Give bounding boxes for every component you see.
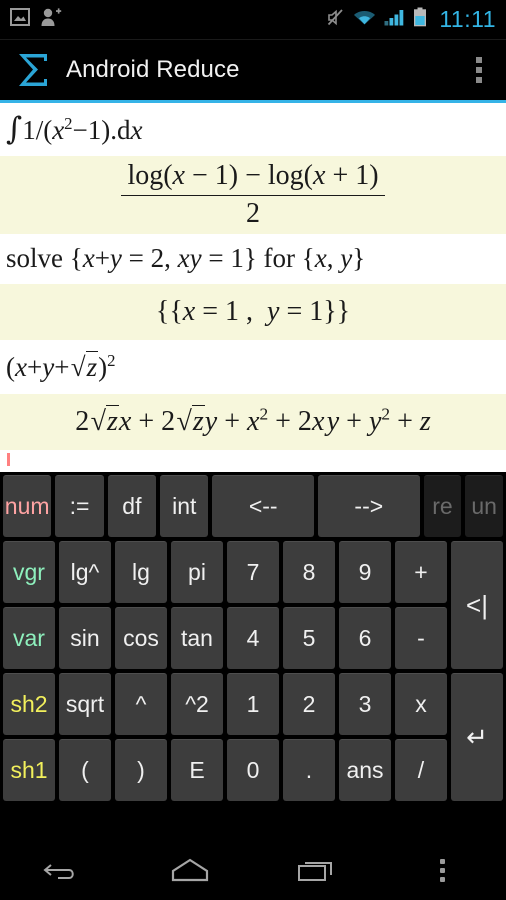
keyboard-row-5: sh1 ( ) E 0 . ans /	[3, 739, 447, 801]
key-ans[interactable]: ans	[339, 739, 391, 801]
expression-answer-3: 2√zx + 2√zy + x2 + 2x y + y2 + z	[75, 405, 431, 438]
expression-input-1: ∫1/(x2−1).dx	[6, 110, 143, 147]
key-2[interactable]: 2	[283, 673, 335, 735]
key-9[interactable]: 9	[339, 541, 391, 603]
keyboard-main: vgr lg^ lg pi 7 8 9 + var sin cos tan 4 …	[3, 541, 503, 801]
key-log-pow[interactable]: lg^	[59, 541, 111, 603]
key-right-arrow[interactable]: -->	[318, 475, 420, 537]
key-sin[interactable]: sin	[59, 607, 111, 669]
key-divide[interactable]: /	[395, 739, 447, 801]
key-sh1[interactable]: sh1	[3, 739, 55, 801]
expression-input-row[interactable]: (x+y+√z)2	[0, 340, 506, 394]
signal-icon	[384, 8, 405, 31]
key-assign[interactable]: :=	[55, 475, 104, 537]
mute-icon	[326, 8, 345, 32]
key-pi[interactable]: pi	[171, 541, 223, 603]
expression-answer-1: log(x − 1) − log(x + 1) 2	[121, 160, 385, 229]
sigma-logo	[14, 51, 52, 89]
expression-answer-2: {{x = 1 , y = 1}}	[155, 295, 351, 327]
status-bar: 11:11	[0, 0, 506, 40]
recents-icon[interactable]	[281, 848, 351, 892]
key-cos[interactable]: cos	[115, 607, 167, 669]
key-plus[interactable]: +	[395, 541, 447, 603]
action-bar: Android Reduce	[0, 40, 506, 100]
key-paren-close[interactable]: )	[115, 739, 167, 801]
key-3[interactable]: 3	[339, 673, 391, 735]
status-bar-left-icons	[10, 7, 62, 32]
expression-input-row[interactable]: ∫1/(x2−1).dx	[0, 103, 506, 156]
image-icon	[10, 8, 30, 31]
status-bar-right-icons: 11:11	[326, 7, 496, 32]
expression-answer-row[interactable]: 2√zx + 2√zy + x2 + 2x y + y2 + z	[0, 394, 506, 450]
key-decimal-point[interactable]: .	[283, 739, 335, 801]
key-sqrt[interactable]: sqrt	[59, 673, 111, 735]
text-caret	[7, 453, 10, 466]
key-redo[interactable]: re	[423, 475, 462, 537]
expression-answer-row[interactable]: {{x = 1 , y = 1}}	[0, 284, 506, 340]
input-caret-strip[interactable]	[0, 450, 506, 472]
keyboard-side-column: <| ↵	[451, 541, 503, 801]
key-power[interactable]: ^	[115, 673, 167, 735]
expression-input-row[interactable]: solve {x+y = 2, xy = 1} for {x, y}	[0, 234, 506, 284]
key-left-arrow[interactable]: <--	[212, 475, 314, 537]
nav-overflow-icon[interactable]	[408, 848, 478, 892]
keyboard-row-2: vgr lg^ lg pi 7 8 9 +	[3, 541, 447, 603]
page-title: Android Reduce	[66, 56, 240, 83]
keyboard-row-1: num := df int <-- --> re un	[3, 475, 503, 537]
key-8[interactable]: 8	[283, 541, 335, 603]
key-num[interactable]: num	[3, 475, 52, 537]
key-7[interactable]: 7	[227, 541, 279, 603]
overflow-menu-icon[interactable]	[466, 50, 492, 90]
keyboard-grid: vgr lg^ lg pi 7 8 9 + var sin cos tan 4 …	[3, 541, 447, 801]
status-bar-clock: 11:11	[439, 6, 496, 32]
key-backspace[interactable]: <|	[451, 541, 503, 669]
key-minus[interactable]: -	[395, 607, 447, 669]
navigation-bar	[0, 840, 506, 900]
key-4[interactable]: 4	[227, 607, 279, 669]
expression-input-3: (x+y+√z)2	[6, 350, 116, 382]
wifi-icon	[353, 8, 376, 31]
keyboard-row-3: var sin cos tan 4 5 6 -	[3, 607, 447, 669]
battery-icon	[413, 7, 427, 32]
home-icon[interactable]	[155, 848, 225, 892]
add-contact-icon	[40, 7, 62, 32]
keyboard-row-4: sh2 sqrt ^ ^2 1 2 3 x	[3, 673, 447, 735]
key-sh2[interactable]: sh2	[3, 673, 55, 735]
key-1[interactable]: 1	[227, 673, 279, 735]
expression-input-2: solve {x+y = 2, xy = 1} for {x, y}	[6, 243, 366, 274]
key-undo[interactable]: un	[465, 475, 503, 537]
key-exponent-e[interactable]: E	[171, 739, 223, 801]
key-enter[interactable]: ↵	[451, 673, 503, 801]
key-var[interactable]: var	[3, 607, 55, 669]
back-icon[interactable]	[28, 848, 98, 892]
key-6[interactable]: 6	[339, 607, 391, 669]
key-vgr[interactable]: vgr	[3, 541, 55, 603]
key-square[interactable]: ^2	[171, 673, 223, 735]
keyboard: num := df int <-- --> re un vgr lg^ lg p…	[0, 472, 506, 805]
key-int[interactable]: int	[160, 475, 209, 537]
key-0[interactable]: 0	[227, 739, 279, 801]
key-5[interactable]: 5	[283, 607, 335, 669]
expression-list[interactable]: ∫1/(x2−1).dx log(x − 1) − log(x + 1) 2 s…	[0, 103, 506, 450]
key-log[interactable]: lg	[115, 541, 167, 603]
key-x[interactable]: x	[395, 673, 447, 735]
expression-answer-row[interactable]: log(x − 1) − log(x + 1) 2	[0, 156, 506, 234]
key-tan[interactable]: tan	[171, 607, 223, 669]
key-df[interactable]: df	[107, 475, 157, 537]
key-paren-open[interactable]: (	[59, 739, 111, 801]
